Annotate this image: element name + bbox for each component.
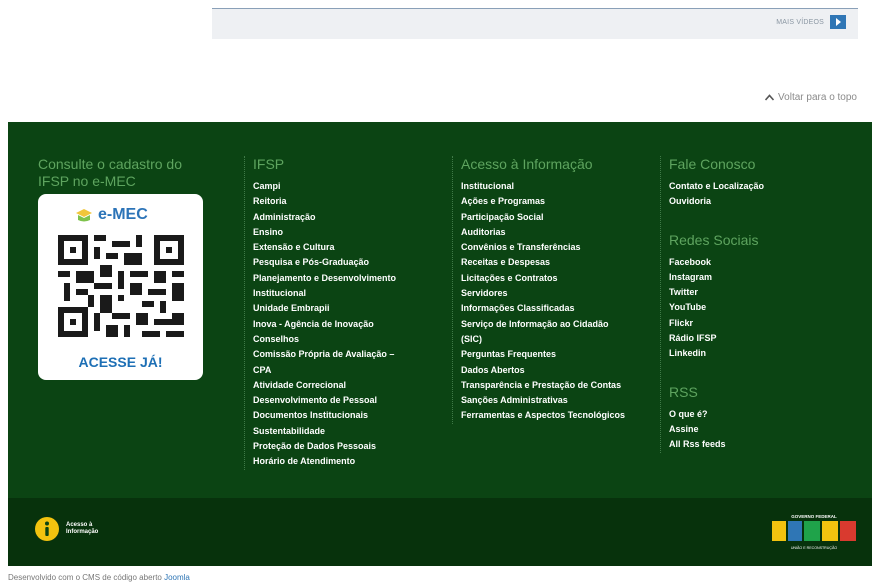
acesso-links: Institucional Ações e Programas Participaç… — [461, 179, 628, 424]
joomla-link[interactable]: Joomla — [164, 573, 190, 582]
emec-heading: Consulte o cadastro do IFSP no e-MEC — [38, 156, 182, 189]
footer-link[interactable]: Rádio IFSP — [669, 331, 841, 346]
more-videos-label[interactable]: MAIS VÍDEOS — [776, 19, 824, 26]
footer-link[interactable]: Receitas e Despesas — [461, 255, 628, 270]
footer-link[interactable]: O que é? — [669, 407, 841, 422]
qr-code-icon — [58, 235, 184, 337]
fale-heading: Fale Conosco — [669, 156, 756, 172]
footer-link[interactable]: Pesquisa e Pós-Graduação — [253, 255, 410, 270]
footer-link[interactable]: Horário de Atendimento — [253, 454, 410, 469]
footer-link[interactable]: Administração — [253, 210, 410, 225]
footer-link[interactable]: Serviço de Informação ao Cidadão (SIC) — [461, 317, 628, 348]
footer-link[interactable]: Unidade Embrapii — [253, 301, 410, 316]
footer-link[interactable]: Sustentabilidade — [253, 424, 410, 439]
footer-link[interactable]: Perguntas Frequentes — [461, 347, 628, 362]
footer-link[interactable]: Ferramentas e Aspectos Tecnológicos — [461, 408, 628, 423]
footer-link[interactable]: Transparência e Prestação de Contas — [461, 378, 628, 393]
emec-logo-text: e-MEC — [98, 206, 148, 223]
gov-top-text: GOVERNO FEDERAL — [791, 514, 837, 519]
footer-link[interactable]: Informações Classificadas — [461, 301, 628, 316]
credit-text: Desenvolvido com o CMS de código aberto — [8, 573, 162, 582]
footer-link[interactable]: Servidores — [461, 286, 628, 301]
footer-link[interactable]: Assine — [669, 422, 841, 437]
footer-link[interactable]: Ensino — [253, 225, 410, 240]
fale-links: Contato e Localização Ouvidoria — [669, 179, 841, 210]
footer-link[interactable]: All Rss feeds — [669, 437, 841, 452]
footer-link[interactable]: Auditorias — [461, 225, 628, 240]
footer-link[interactable]: Ouvidoria — [669, 194, 841, 209]
footer-link[interactable]: Licitações e Contratos — [461, 271, 628, 286]
footer-link[interactable]: Planejamento e Desenvolvimento Instituci… — [253, 271, 410, 302]
footer-link[interactable]: Ações e Programas — [461, 194, 628, 209]
videos-bar: MAIS VÍDEOS — [212, 8, 858, 39]
footer-link[interactable]: Reitoria — [253, 194, 410, 209]
gov-bottom-text: UNIÃO E RECONSTRUÇÃO — [791, 545, 838, 550]
ifsp-heading: IFSP — [253, 156, 285, 172]
footer-link[interactable]: Conselhos — [253, 332, 410, 347]
acesso-informacao-logo[interactable]: Acesso à Informação — [34, 516, 98, 542]
ifsp-links: Campi Reitoria Administração Ensino Extensão… — [253, 179, 410, 470]
footer-link[interactable]: Linkedin — [669, 346, 841, 361]
footer-link[interactable]: Institucional — [461, 179, 628, 194]
emec-card[interactable]: e-MEC ACESSE JÁ! — [38, 194, 203, 380]
footer: Consulte o cadastro do IFSP no e-MEC e-M… — [8, 122, 872, 498]
back-to-top-link[interactable]: Voltar para o topo — [765, 92, 857, 103]
emec-logo-icon — [76, 209, 92, 222]
acesso-column: Acesso à Informação Institucional Ações e… — [452, 156, 628, 424]
footer-link[interactable]: YouTube — [669, 300, 841, 315]
governo-federal-brasil-logo[interactable]: GOVERNO FEDERAL UNIÃO E RECONSTRUÇÃO — [768, 512, 860, 552]
footer-link[interactable]: Atividade Correcional — [253, 378, 410, 393]
info-icon — [35, 517, 59, 541]
acesse-ja-label[interactable]: ACESSE JÁ! — [38, 354, 203, 370]
footer-link[interactable]: Contato e Localização — [669, 179, 841, 194]
footer-link[interactable]: Participação Social — [461, 210, 628, 225]
emec-column: Consulte o cadastro do IFSP no e-MEC — [38, 156, 213, 190]
footer-link[interactable]: Sanções Administrativas — [461, 393, 628, 408]
redes-links: Facebook Instagram Twitter YouTube Flickr Rád… — [669, 255, 841, 362]
footer-link[interactable]: Comissão Própria de Avaliação – CPA — [253, 347, 410, 378]
arrow-right-icon[interactable] — [830, 15, 846, 29]
acesso-heading: Acesso à Informação — [461, 156, 593, 172]
footer-link[interactable]: Facebook — [669, 255, 841, 270]
footer-link[interactable]: Twitter — [669, 285, 841, 300]
acesso-label-1: Acesso à — [66, 522, 93, 528]
more-videos-link[interactable]: MAIS VÍDEOS — [776, 15, 846, 29]
footer-link[interactable]: Desenvolvimento de Pessoal — [253, 393, 410, 408]
footer-link[interactable]: Flickr — [669, 316, 841, 331]
footer-link[interactable]: Inova - Agência de Inovação — [253, 317, 410, 332]
credit-line: Desenvolvido com o CMS de código aberto … — [8, 573, 190, 582]
emec-logo: e-MEC — [74, 206, 148, 224]
redes-heading: Redes Sociais — [669, 231, 759, 248]
footer-bottom-bar: Acesso à Informação GOVERNO FEDERAL UNIÃ… — [8, 498, 872, 566]
acesso-label-2: Informação — [66, 529, 99, 535]
footer-link[interactable]: Campi — [253, 179, 410, 194]
footer-link[interactable]: Dados Abertos — [461, 363, 628, 378]
footer-link[interactable]: Convênios e Transferências — [461, 240, 628, 255]
footer-link[interactable]: Extensão e Cultura — [253, 240, 410, 255]
chevron-up-icon — [765, 94, 775, 101]
ifsp-column: IFSP Campi Reitoria Administração Ensino Ext… — [244, 156, 410, 470]
contact-column: Fale Conosco Contato e Localização Ouvido… — [660, 156, 841, 453]
back-to-top-label[interactable]: Voltar para o topo — [778, 92, 857, 103]
rss-heading: RSS — [669, 383, 698, 400]
footer-link[interactable]: Documentos Institucionais — [253, 408, 410, 423]
rss-links: O que é? Assine All Rss feeds — [669, 407, 841, 453]
footer-link[interactable]: Instagram — [669, 270, 841, 285]
footer-link[interactable]: Proteção de Dados Pessoais — [253, 439, 410, 454]
